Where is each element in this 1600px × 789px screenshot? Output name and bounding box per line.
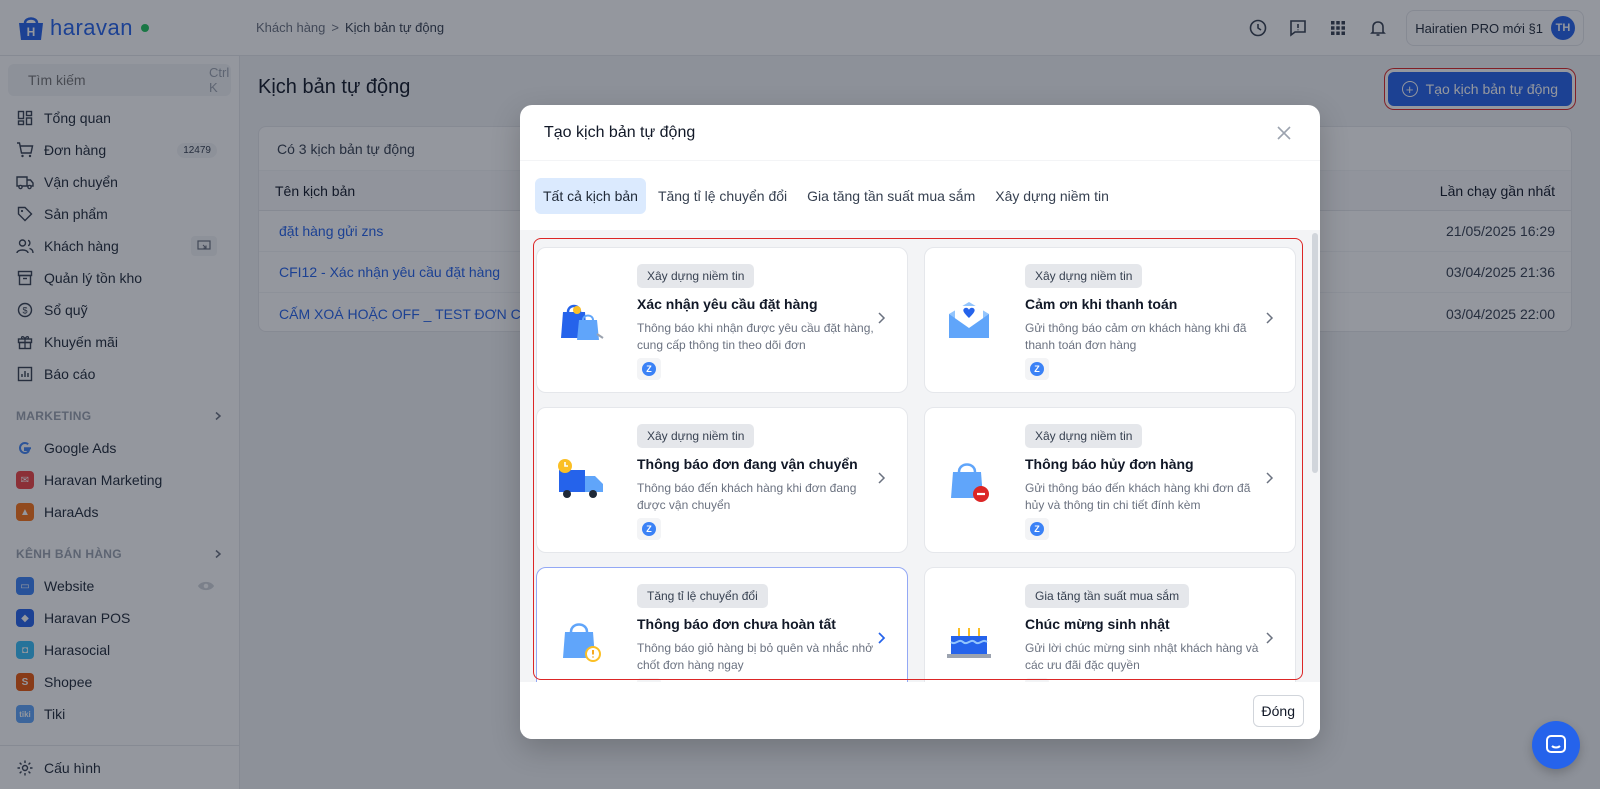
- chat-icon: [1546, 735, 1566, 753]
- tab-trust[interactable]: Xây dựng niềm tin: [987, 178, 1117, 214]
- chat-button[interactable]: [1532, 721, 1580, 769]
- tab-purchase-frequency[interactable]: Gia tăng tần suất mua sắm: [799, 178, 983, 214]
- tab-conversion[interactable]: Tăng tỉ lệ chuyển đổi: [650, 178, 795, 214]
- close-button[interactable]: Đóng: [1252, 694, 1304, 727]
- modal-header: Tạo kịch bản tự động: [520, 105, 1320, 161]
- tab-all[interactable]: Tất cả kịch bản: [535, 177, 646, 214]
- modal-tabs: Tất cả kịch bản Tăng tỉ lệ chuyển đổi Gi…: [520, 161, 1320, 231]
- highlight-outline: [533, 238, 1303, 680]
- close-icon[interactable]: [1272, 121, 1296, 145]
- modal-footer: Đóng: [520, 682, 1320, 739]
- modal-title: Tạo kịch bản tự động: [544, 123, 696, 141]
- create-automation-modal: Tạo kịch bản tự động Tất cả kịch bản Tăn…: [520, 105, 1320, 739]
- scrollbar[interactable]: [1312, 233, 1318, 473]
- template-grid: Xây dựng niềm tin Xác nhận yêu cầu đặt h…: [520, 231, 1320, 682]
